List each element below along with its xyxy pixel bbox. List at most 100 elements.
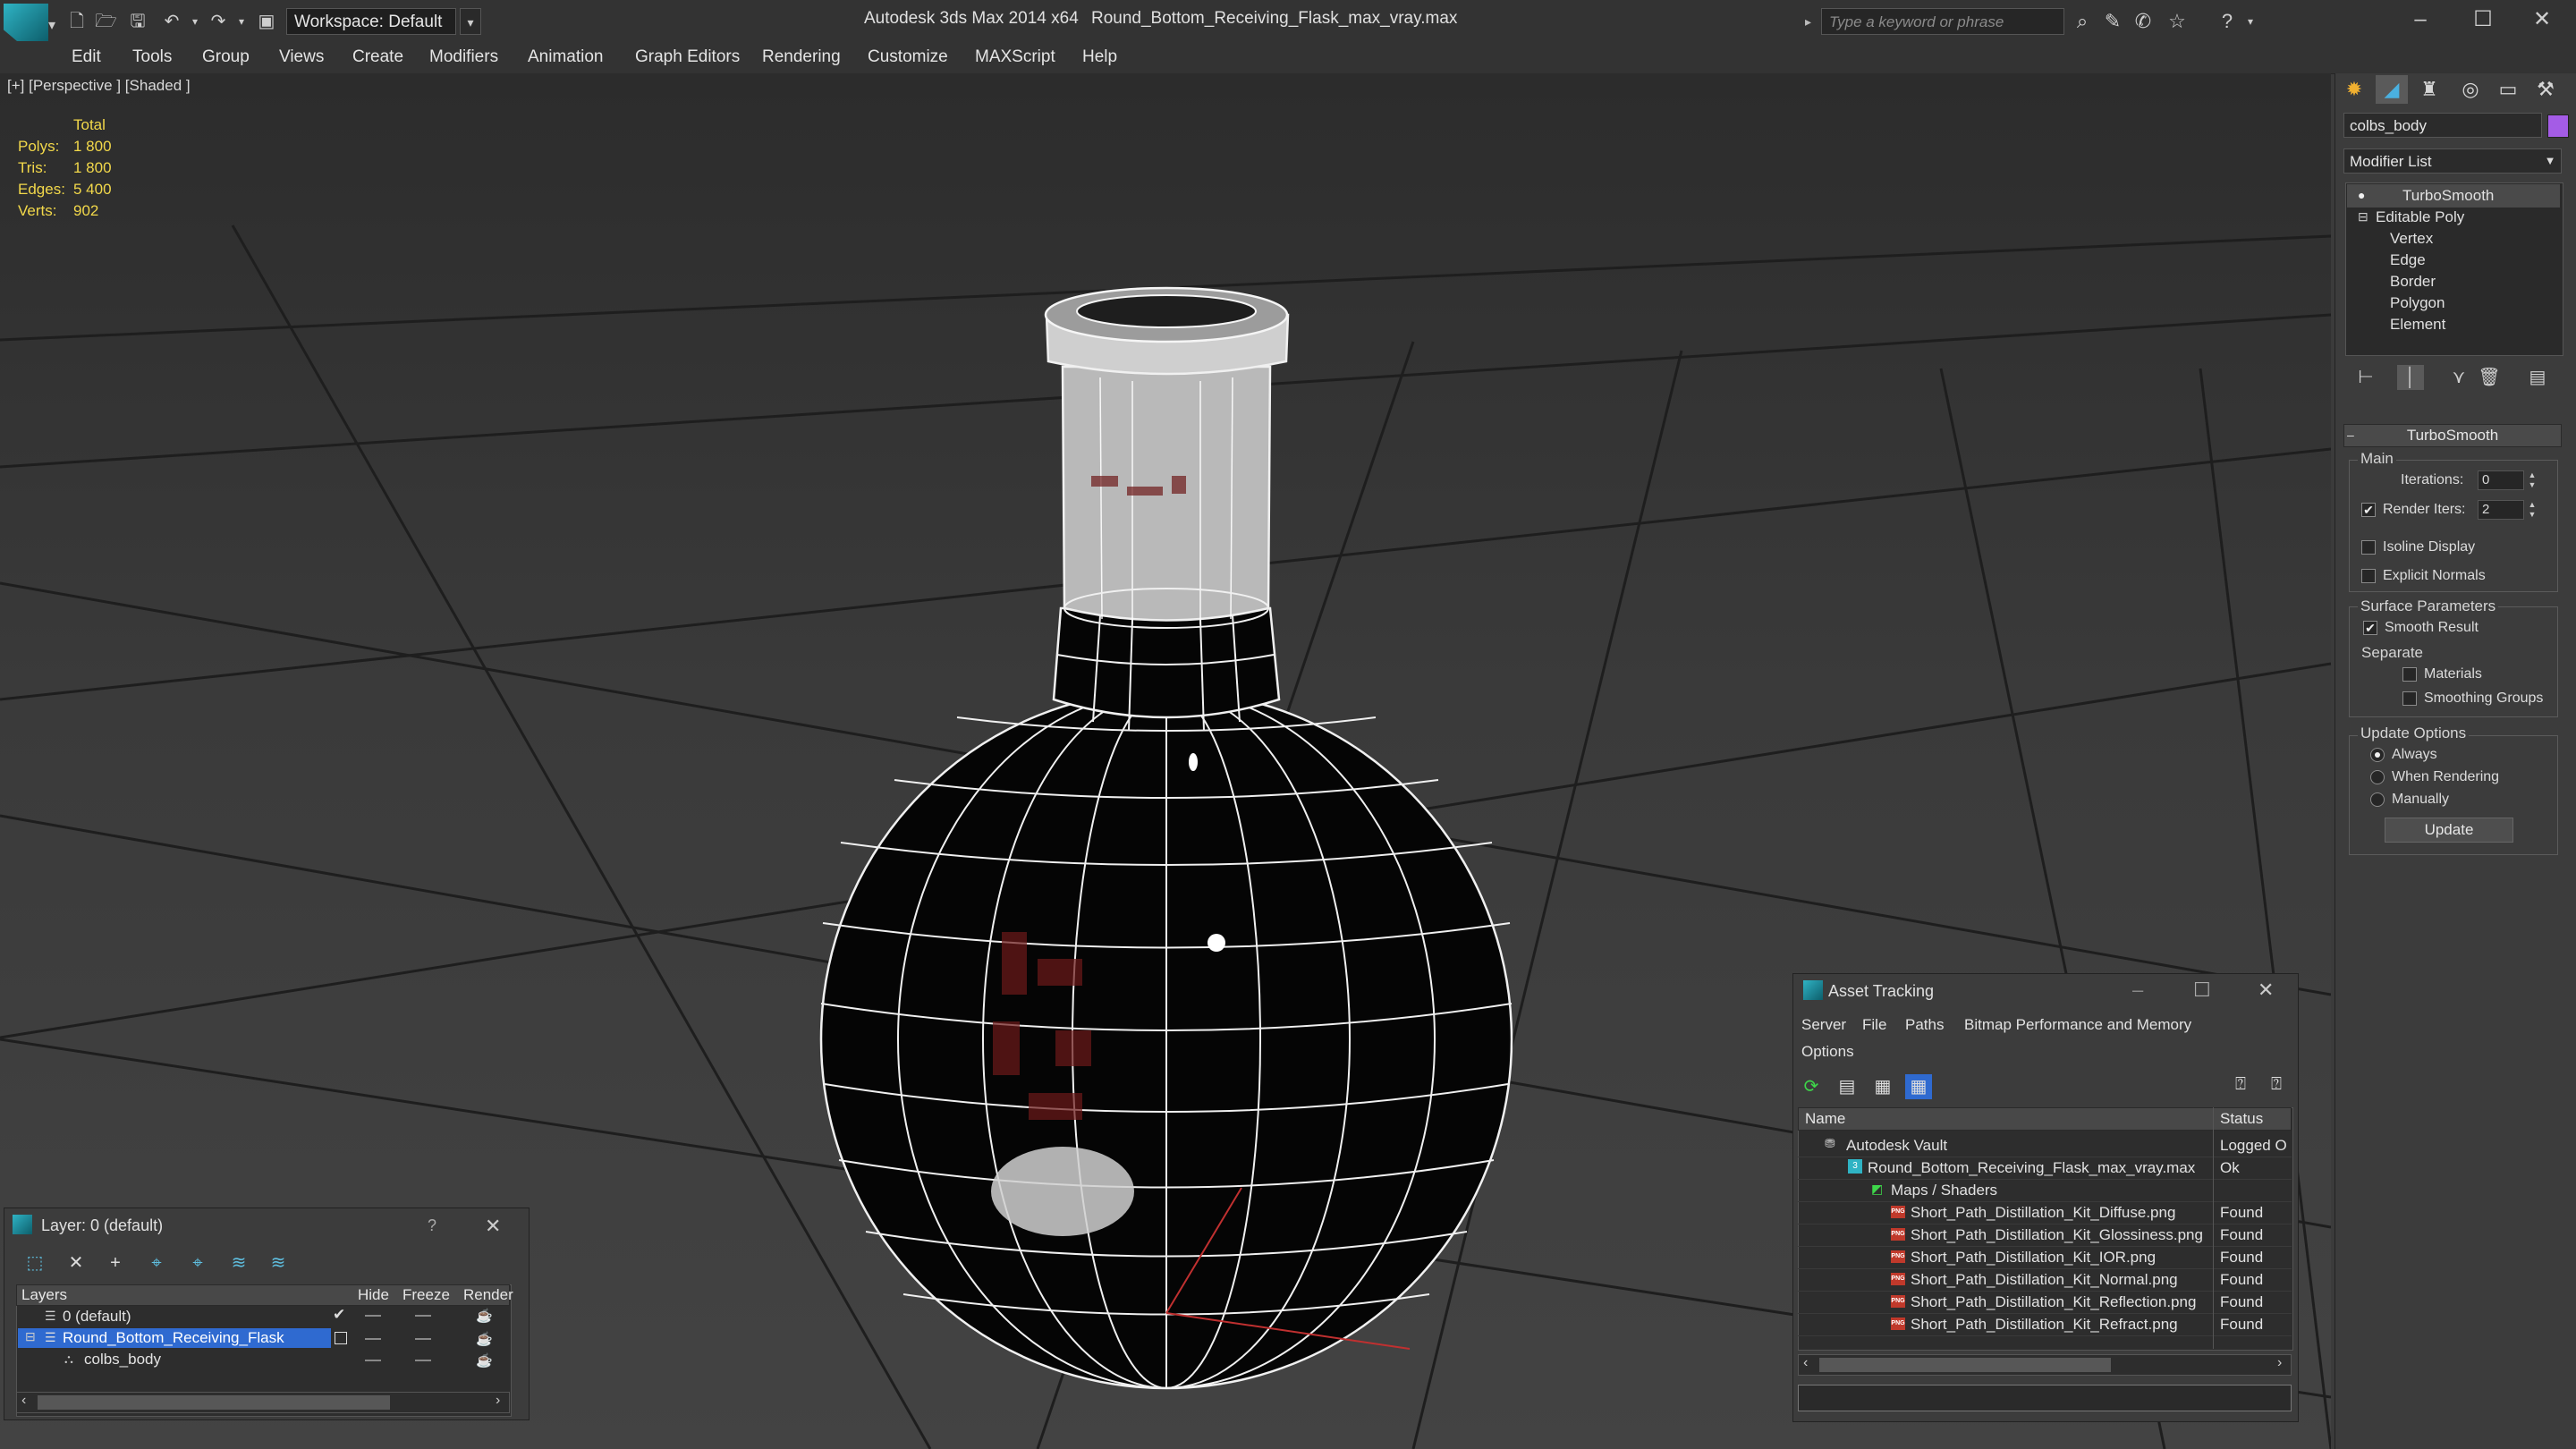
undo-icon[interactable]: ↶: [161, 11, 182, 32]
modifier-list-dropdown[interactable]: Modifier List: [2343, 148, 2562, 174]
hide-all-layers-icon[interactable]: ≋: [225, 1250, 252, 1275]
table-row[interactable]: PNG Short_Path_Distillation_Kit_Refract.…: [1798, 1313, 2292, 1336]
asset-scroll-thumb[interactable]: [1819, 1358, 2111, 1372]
menu-create[interactable]: Create: [352, 47, 403, 67]
asset-menu-paths[interactable]: Paths: [1905, 1016, 1944, 1034]
iterations-spinner[interactable]: 0: [2478, 470, 2524, 490]
asset-menu-file[interactable]: File: [1862, 1016, 1886, 1034]
menu-animation[interactable]: Animation: [528, 47, 604, 67]
layer-row-default[interactable]: 0 (default): [63, 1308, 131, 1326]
stack-item-editable-poly[interactable]: Editable Poly: [2376, 208, 2464, 226]
menu-graph-editors[interactable]: Graph Editors: [635, 47, 740, 67]
grid-view-icon[interactable]: ▦: [1905, 1074, 1932, 1099]
scroll-right-icon[interactable]: ›: [2277, 1355, 2282, 1371]
asset-close-icon[interactable]: ✕: [2258, 979, 2274, 1002]
stack-item-polygon[interactable]: Polygon: [2390, 294, 2445, 312]
turbosmooth-rollout-header[interactable]: TurboSmooth: [2343, 424, 2562, 447]
maximize-icon[interactable]: ☐: [2456, 4, 2510, 36]
menu-help[interactable]: Help: [1082, 47, 1117, 67]
viewport-label[interactable]: [+] [Perspective ] [Shaded ]: [7, 77, 191, 95]
vault-help-icon[interactable]: ⍰: [2227, 1072, 2254, 1097]
save-file-icon[interactable]: 🖫: [127, 11, 148, 32]
stack-item-border[interactable]: Border: [2390, 273, 2436, 291]
refresh-icon[interactable]: ⟳: [1798, 1074, 1825, 1099]
table-view-icon[interactable]: ▦: [1869, 1074, 1896, 1099]
highlight-selected-icon[interactable]: ⌖: [184, 1250, 211, 1275]
menu-rendering[interactable]: Rendering: [762, 47, 841, 67]
render-teapot-icon[interactable]: ☕: [476, 1352, 493, 1368]
collapse-toggle-icon[interactable]: ⊟: [25, 1329, 36, 1344]
smoothing-groups-checkbox[interactable]: [2402, 691, 2417, 706]
chevron-down-icon[interactable]: ▼: [2540, 150, 2560, 172]
utilities-tab-icon[interactable]: ⚒: [2529, 75, 2562, 104]
hide-column-header[interactable]: Hide: [358, 1286, 389, 1304]
asset-menu-server[interactable]: Server: [1801, 1016, 1846, 1034]
menu-modifiers[interactable]: Modifiers: [429, 47, 498, 67]
scroll-right-icon[interactable]: ›: [496, 1393, 500, 1409]
when-rendering-radio[interactable]: [2370, 770, 2385, 784]
layer-window-help[interactable]: ?: [428, 1216, 436, 1235]
rollout-collapse-icon[interactable]: –: [2347, 428, 2354, 442]
favorites-star-icon[interactable]: ☆: [2165, 9, 2190, 34]
current-layer-box[interactable]: [335, 1332, 347, 1344]
stack-item-vertex[interactable]: Vertex: [2390, 230, 2433, 248]
delete-layer-icon[interactable]: ✕: [63, 1250, 89, 1275]
menu-maxscript[interactable]: MAXScript: [975, 47, 1055, 67]
help-icon[interactable]: ?: [2215, 9, 2240, 34]
search-expand-icon[interactable]: ▸: [1805, 9, 1819, 34]
render-iters-spin-arrows-icon[interactable]: ▲ ▼: [2526, 500, 2538, 520]
table-row[interactable]: PNG Short_Path_Distillation_Kit_Glossine…: [1798, 1224, 2292, 1247]
minimize-icon[interactable]: –: [2394, 4, 2447, 36]
render-iters-checkbox[interactable]: ✔: [2361, 503, 2376, 517]
manually-radio[interactable]: [2370, 792, 2385, 807]
hide-toggle[interactable]: [365, 1315, 381, 1317]
render-iters-spinner[interactable]: 2: [2478, 500, 2524, 520]
table-row[interactable]: PNG Short_Path_Distillation_Kit_IOR.png …: [1798, 1246, 2292, 1269]
close-icon[interactable]: ✕: [2515, 4, 2569, 36]
asset-menu-bitmap-performance[interactable]: Bitmap Performance and Memory: [1964, 1016, 2191, 1034]
menu-views[interactable]: Views: [279, 47, 324, 67]
table-row[interactable]: 3 Round_Bottom_Receiving_Flask_max_vray.…: [1798, 1157, 2292, 1180]
stack-item-turbosmooth[interactable]: TurboSmooth: [2402, 187, 2494, 205]
undo-dropdown-icon[interactable]: ▾: [184, 11, 206, 32]
stack-item-element[interactable]: Element: [2390, 316, 2445, 334]
menu-tools[interactable]: Tools: [132, 47, 172, 67]
layer-row-flask[interactable]: Round_Bottom_Receiving_Flask: [63, 1329, 284, 1347]
freeze-toggle[interactable]: [415, 1360, 431, 1361]
asset-menu-options[interactable]: Options: [1801, 1043, 1854, 1061]
flask-model[interactable]: [819, 286, 1513, 1390]
create-layer-icon[interactable]: ⬚: [21, 1250, 48, 1275]
menu-group[interactable]: Group: [202, 47, 250, 67]
workspace-dropdown-icon[interactable]: ▾: [460, 8, 481, 35]
stack-item-edge[interactable]: Edge: [2390, 251, 2426, 269]
table-row[interactable]: PNG Short_Path_Distillation_Kit_Diffuse.…: [1798, 1201, 2292, 1224]
redo-dropdown-icon[interactable]: ▾: [231, 11, 252, 32]
create-tab-icon[interactable]: ✹: [2338, 75, 2370, 104]
menu-customize[interactable]: Customize: [868, 47, 948, 67]
communication-icon[interactable]: ✆: [2131, 9, 2156, 34]
lightbulb-icon[interactable]: ●: [2358, 188, 2365, 202]
motion-tab-icon[interactable]: ◎: [2454, 75, 2487, 104]
table-row[interactable]: ⛃ Autodesk Vault Logged O: [1798, 1134, 2292, 1157]
project-folder-icon[interactable]: ▣: [256, 11, 277, 32]
show-end-result-icon[interactable]: │: [2397, 365, 2424, 390]
app-menu-dropdown-icon[interactable]: ▾: [48, 16, 55, 34]
render-teapot-icon[interactable]: ☕: [476, 1331, 493, 1347]
layers-column-header[interactable]: Layers: [21, 1286, 67, 1304]
display-tab-icon[interactable]: ▭: [2492, 75, 2524, 104]
workspace-selector[interactable]: Workspace: Default: [286, 8, 456, 35]
layer-row-colbs-body[interactable]: colbs_body: [84, 1351, 161, 1368]
hierarchy-tab-icon[interactable]: ♜: [2413, 75, 2445, 104]
help-dropdown-icon[interactable]: ▾: [2238, 9, 2263, 34]
remove-modifier-icon[interactable]: 🗑: [2476, 365, 2503, 390]
hide-toggle[interactable]: [365, 1338, 381, 1340]
add-to-layer-icon[interactable]: +: [102, 1250, 129, 1275]
asset-maximize-icon[interactable]: ☐: [2193, 979, 2211, 1002]
iterations-spin-arrows-icon[interactable]: ▲ ▼: [2526, 470, 2538, 490]
materials-checkbox[interactable]: [2402, 667, 2417, 682]
scroll-left-icon[interactable]: ‹: [1803, 1355, 1808, 1371]
explicit-normals-checkbox[interactable]: [2361, 569, 2376, 583]
freeze-all-layers-icon[interactable]: ≋: [265, 1250, 292, 1275]
pin-stack-icon[interactable]: ⊢: [2352, 365, 2379, 390]
render-teapot-icon[interactable]: ☕: [476, 1308, 493, 1324]
